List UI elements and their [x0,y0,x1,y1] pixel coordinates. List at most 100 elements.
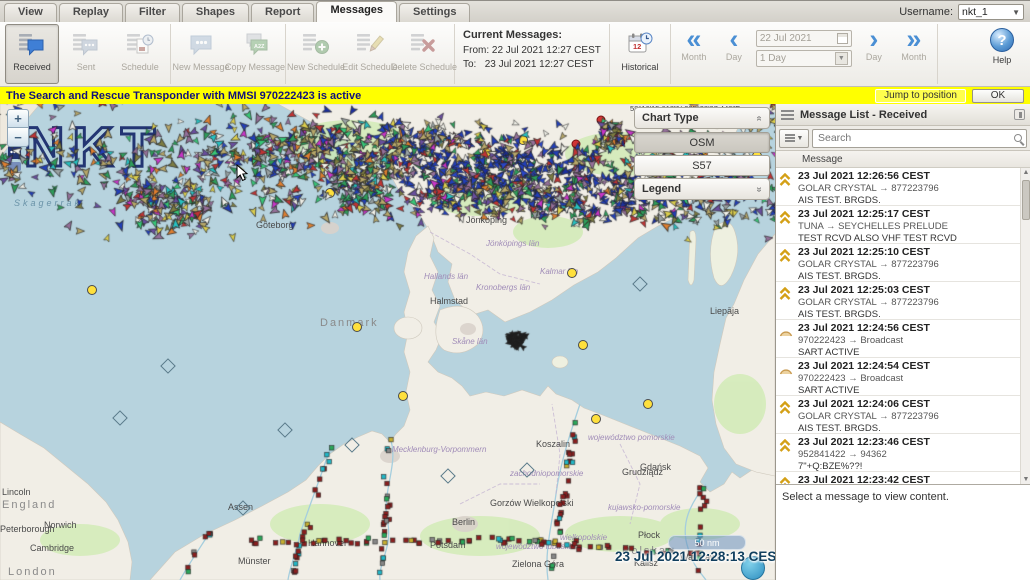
delete-schedule-icon [411,29,438,59]
toolbar-new-message-button: New Message [174,24,228,84]
alert-text: The Search and Rescue Transponder with M… [6,90,361,102]
chart-type-panel: Chart Type » OSM S57 Legend » [634,107,770,203]
osm-button[interactable]: OSM [634,132,770,153]
message-list-item[interactable]: 23 Jul 2021 12:25:17 CESTTUNA → SEYCHELL… [776,206,1030,244]
zoom-in-button[interactable]: + [7,109,29,128]
priority-icon [779,285,794,319]
map-zoom-control: + − [7,109,29,147]
received-icon [19,29,46,59]
zoom-out-button[interactable]: − [7,128,29,147]
toolbar-delete-schedule-button: Delete Schedule [397,24,451,84]
tab-replay[interactable]: Replay [59,3,123,22]
map-clock: 23 Jul 2021 12:28:13 CEST [615,549,775,564]
collapse-icon: » [754,115,765,121]
message-list-item[interactable]: 23 Jul 2021 12:25:10 CESTGOLAR CRYSTAL →… [776,244,1030,282]
scrollbar-thumb[interactable] [1022,180,1030,220]
search-input[interactable] [813,130,1026,147]
day-forward-button[interactable]: › Day [854,24,894,84]
day-back-button[interactable]: ‹ Day [714,24,754,84]
message-column-header[interactable]: Message [776,151,1030,168]
svg-text:A2Z: A2Z [254,44,265,50]
tab-messages[interactable]: Messages [316,1,397,22]
tab-shapes[interactable]: Shapes [182,3,249,22]
message-list-title: Message List - Received [800,109,927,121]
tab-report[interactable]: Report [251,3,314,22]
toolbar: ReceivedSentSchedule New MessageA2ZCopy … [0,22,1030,87]
message-list-item[interactable]: 23 Jul 2021 12:24:56 CEST970222423 → Bro… [776,320,1030,358]
scrollbar[interactable]: ▲ ▼ [1020,168,1030,484]
current-messages-title: Current Messages: [463,28,601,44]
priority-icon [779,247,794,281]
broadcast-icon [779,323,794,357]
toolbar-schedule-button: Schedule [113,24,167,84]
message-list-item[interactable]: 23 Jul 2021 12:23:46 CEST952841422 → 943… [776,434,1030,472]
chart-type-header[interactable]: Chart Type » [634,107,770,129]
username-area: Username: nkt_1 ▼ [899,4,1024,20]
list-icon [785,134,795,142]
historical-label: Historical [621,62,658,72]
svg-text:12: 12 [633,42,641,51]
mouse-cursor [236,164,250,182]
help-button[interactable]: ? Help [990,24,1014,84]
toolbar-edit-schedule-button: Edit Schedule [343,24,397,84]
s57-button[interactable]: S57 [634,155,770,176]
message-list-header[interactable]: Message List - Received [776,104,1030,126]
scroll-down-icon[interactable]: ▼ [1021,476,1030,483]
to-label: To: [463,59,476,70]
from-label: From: [463,45,489,56]
help-label: Help [993,55,1012,65]
current-messages-block: Current Messages: From: 22 Jul 2021 12:2… [455,24,610,84]
priority-icon [779,437,794,471]
jump-to-position-button[interactable]: Jump to position [875,89,966,103]
scroll-up-icon[interactable]: ▲ [1021,169,1030,176]
priority-icon [779,399,794,433]
chevron-left-icon: ‹ [729,26,738,52]
priority-icon [779,171,794,205]
chart-type-title: Chart Type [642,112,699,124]
message-list[interactable]: 23 Jul 2021 12:26:56 CESTGOLAR CRYSTAL →… [776,168,1030,484]
search-icon [1014,134,1022,142]
copy-message-icon: A2Z [242,29,269,59]
tab-view[interactable]: View [4,3,57,22]
toolbar-copy-message-button: A2ZCopy Message [228,24,282,84]
to-value: 23 Jul 2021 12:27 CEST [485,59,594,70]
month-back-button[interactable]: « Month [674,24,714,84]
tab-filter[interactable]: Filter [125,3,180,22]
message-list-item[interactable]: 23 Jul 2021 12:24:54 CEST970222423 → Bro… [776,358,1030,396]
message-list-item[interactable]: 23 Jul 2021 12:24:06 CESTGOLAR CRYSTAL →… [776,396,1030,434]
date-field[interactable]: 22 Jul 2021 [756,30,852,47]
chevron-down-icon: ▼ [835,52,848,65]
double-chevron-left-icon: « [686,26,701,52]
message-list-item[interactable]: 23 Jul 2021 12:26:56 CESTGOLAR CRYSTAL →… [776,168,1030,206]
pin-icon[interactable] [1014,109,1025,120]
chevron-down-icon: ▼ [1012,8,1020,17]
toolbar-sent-button: Sent [59,24,113,84]
schedule-icon [127,29,154,59]
message-list-item[interactable]: 23 Jul 2021 12:23:42 CESTCHRISTIANE DEYM… [776,472,1030,484]
historical-button[interactable]: 12 Historical [613,24,667,84]
month-forward-button[interactable]: » Month [894,24,934,84]
legend-title: Legend [642,183,681,195]
list-filter-dropdown[interactable]: ▼ [779,129,809,148]
toolbar-new-schedule-button: New Schedule [289,24,343,84]
help-icon: ? [990,28,1014,52]
toolbar-received-button[interactable]: Received [5,24,59,84]
username-dropdown[interactable]: nkt_1 ▼ [958,4,1024,20]
username-value: nkt_1 [962,6,988,18]
range-select[interactable]: 1 Day ▼ [756,50,852,67]
tab-strip: ViewReplayFilterShapesReportMessagesSett… [0,0,1030,22]
month-back-label: Month [681,52,706,62]
map-viewport[interactable]: SkagerrakGöteborgGötalands länJönköpingJ… [0,104,775,580]
map-scale-bar: 50 nm [668,535,746,550]
ok-button[interactable]: OK [972,89,1024,103]
tab-settings[interactable]: Settings [399,3,470,22]
day-back-label: Day [726,52,742,62]
legend-header[interactable]: Legend » [634,178,770,200]
day-forward-label: Day [866,52,882,62]
message-list-item[interactable]: 23 Jul 2021 12:25:03 CESTGOLAR CRYSTAL →… [776,282,1030,320]
new-message-icon [188,29,215,59]
edit-schedule-icon [357,29,384,59]
calendar-icon [837,33,848,44]
month-forward-label: Month [901,52,926,62]
priority-icon [779,209,794,243]
